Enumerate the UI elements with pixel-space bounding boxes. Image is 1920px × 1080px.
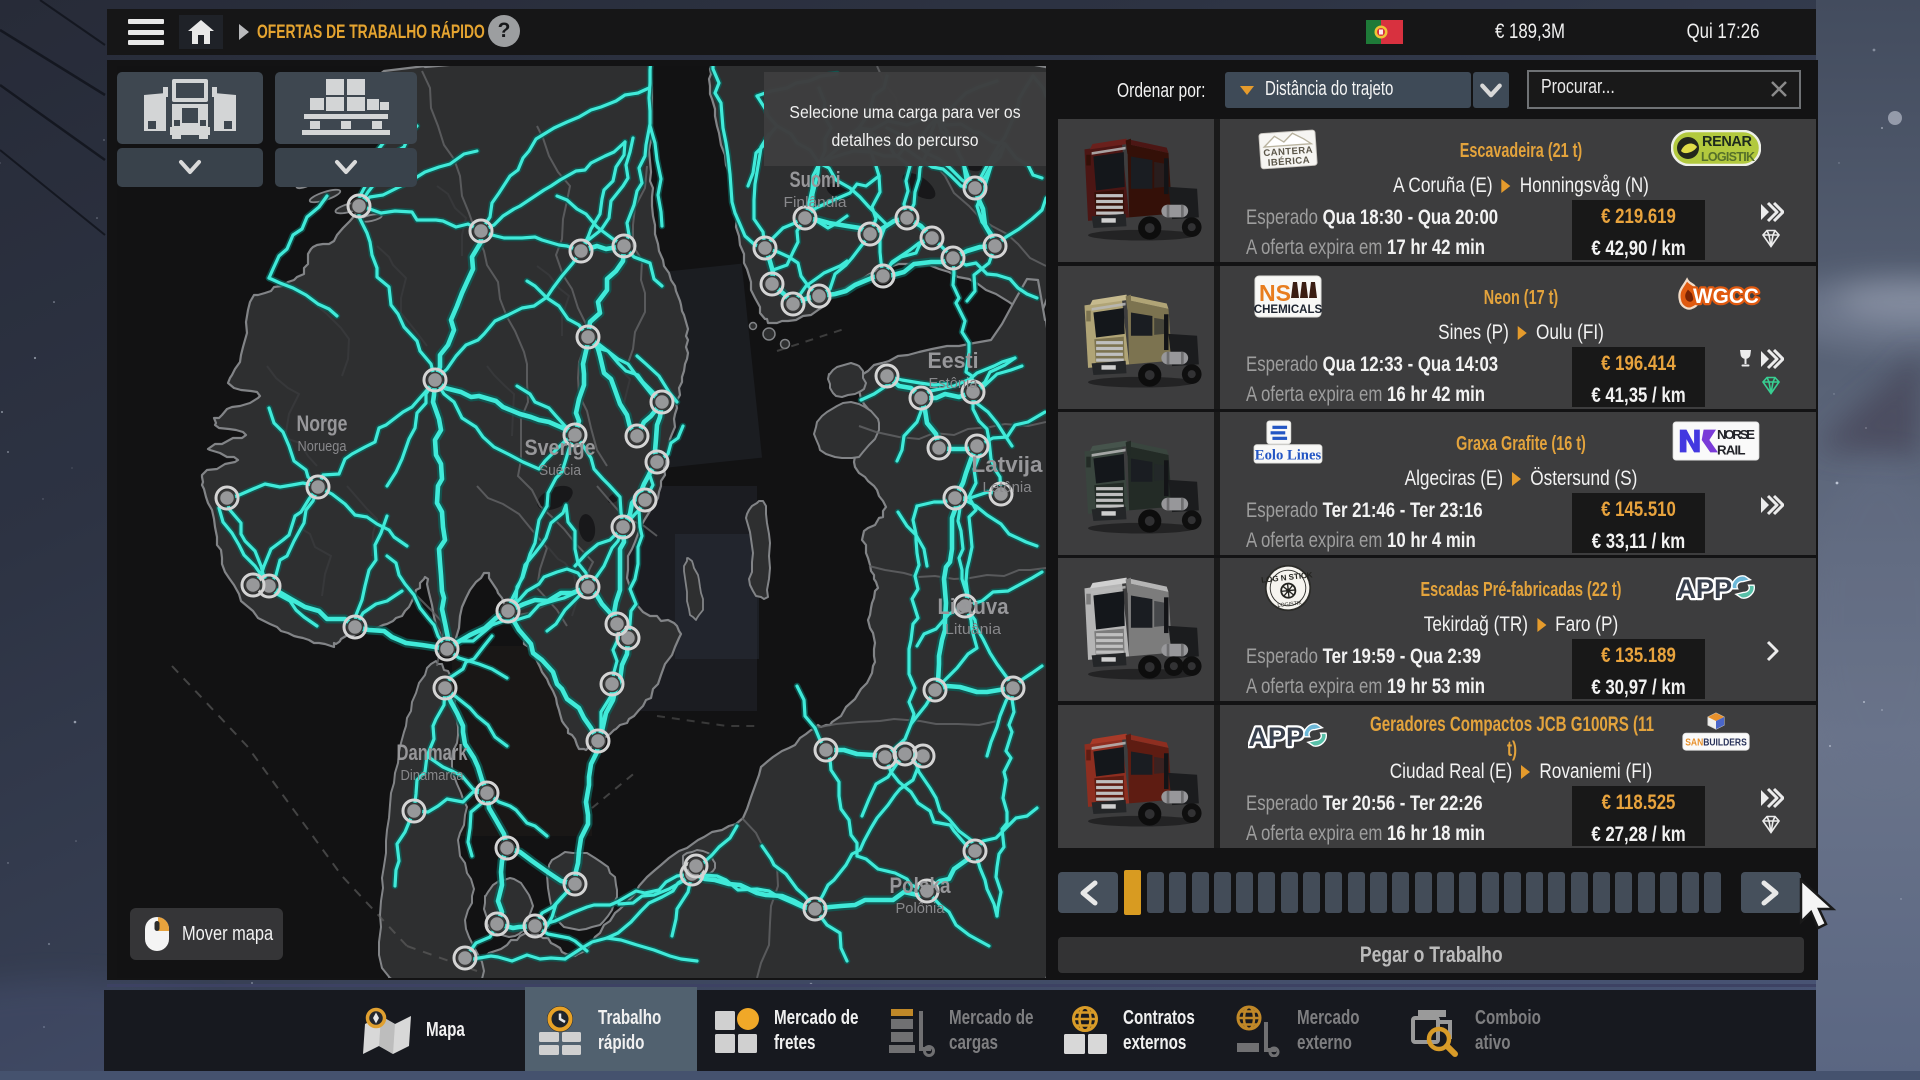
- svg-text:SANBUILDERS: SANBUILDERS: [1685, 736, 1747, 748]
- svg-text:Finlândia: Finlândia: [784, 194, 848, 211]
- svg-text:Noruega: Noruega: [298, 438, 348, 455]
- svg-text:Estônia: Estônia: [929, 375, 979, 392]
- svg-text:Lituânia: Lituânia: [945, 621, 1002, 638]
- svg-text:IBÉRICA: IBÉRICA: [1267, 155, 1310, 169]
- svg-text:NS: NS: [1259, 280, 1291, 306]
- svg-text:Latvija: Latvija: [972, 452, 1044, 477]
- svg-text:Polônia: Polônia: [896, 900, 946, 917]
- svg-text:Sverige: Sverige: [525, 435, 596, 460]
- svg-text:APP: APP: [1248, 721, 1304, 752]
- svg-text:Danmark: Danmark: [397, 740, 469, 765]
- svg-text:Lietuva: Lietuva: [938, 594, 1010, 619]
- svg-text:Suomi: Suomi: [790, 167, 841, 192]
- svg-text:Eesti: Eesti: [928, 348, 979, 373]
- svg-text:Dinamarca: Dinamarca: [401, 767, 465, 784]
- svg-text:Suécia: Suécia: [539, 462, 582, 479]
- svg-text:Polska: Polska: [890, 873, 952, 898]
- svg-text:Norge: Norge: [297, 411, 348, 436]
- svg-text:Letônia: Letônia: [983, 479, 1033, 496]
